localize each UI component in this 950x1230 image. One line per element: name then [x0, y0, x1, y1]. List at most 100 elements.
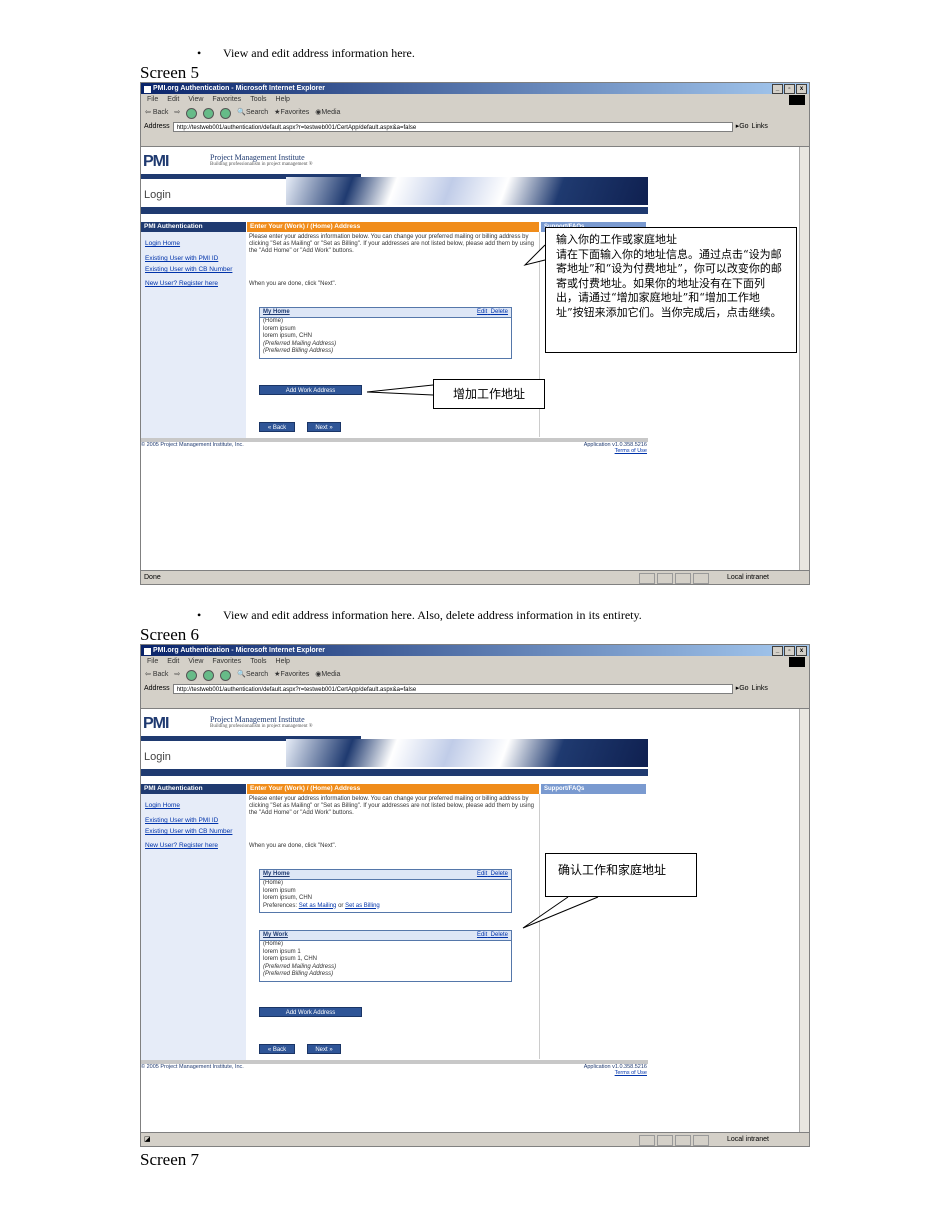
window-title: PMI.org Authentication - Microsoft Inter… — [153, 85, 326, 92]
menu-bar: File Edit View Favorites Tools Help — [141, 94, 809, 106]
login-label: Login — [144, 751, 171, 763]
media-label: Media — [321, 671, 341, 678]
stop-icon[interactable] — [186, 107, 198, 119]
terms-link[interactable]: Terms of Use — [551, 1070, 647, 1076]
media-label: Media — [321, 109, 341, 116]
nav-existing-cb-number[interactable]: Existing User with CB Number — [145, 266, 242, 274]
favorites-button[interactable]: ★Favorites — [274, 106, 309, 120]
close-button[interactable]: x — [796, 646, 807, 656]
window-controls: _ ▫ x — [772, 646, 807, 656]
back-page-button[interactable]: « Back — [259, 422, 295, 432]
forward-button[interactable]: ⇨ — [174, 668, 180, 682]
menu-file[interactable]: File — [147, 656, 158, 668]
links-button[interactable]: Links — [752, 120, 768, 134]
card-title[interactable]: My Home — [263, 309, 290, 315]
scrollbar[interactable] — [799, 147, 809, 570]
support-header[interactable]: Support/FAQs — [541, 784, 646, 794]
nav-login-home[interactable]: Login Home — [145, 240, 242, 248]
url-input[interactable]: http://testweb001/authentication/default… — [172, 122, 733, 132]
menu-help[interactable]: Help — [276, 94, 290, 106]
back-button[interactable]: ⇦ Back — [145, 668, 168, 682]
add-work-address-button[interactable]: Add Work Address — [259, 385, 362, 395]
menu-help[interactable]: Help — [276, 656, 290, 668]
bullet-dot: • — [197, 46, 202, 60]
favorites-button[interactable]: ★Favorites — [274, 668, 309, 682]
go-label: Go — [739, 685, 749, 692]
menu-tools[interactable]: Tools — [250, 94, 266, 106]
card-actions: Edit Delete — [477, 870, 508, 879]
status-text: Done — [144, 574, 161, 581]
menu-view[interactable]: View — [188, 94, 203, 106]
ie-icon — [143, 85, 152, 94]
go-button[interactable]: ▸Go — [736, 682, 749, 696]
title-bar: PMI.org Authentication - Microsoft Inter… — [141, 83, 809, 94]
next-button[interactable]: Next » — [307, 422, 341, 432]
forward-button[interactable]: ⇨ — [174, 106, 180, 120]
menu-tools[interactable]: Tools — [250, 656, 266, 668]
edit-link[interactable]: Edit — [477, 932, 487, 938]
maximize-button[interactable]: ▫ — [784, 646, 795, 656]
org-tagline: Building professionalism in project mana… — [210, 162, 313, 167]
edit-link[interactable]: Edit — [477, 871, 487, 877]
menu-edit[interactable]: Edit — [167, 94, 179, 106]
add-work-address-button[interactable]: Add Work Address — [259, 1007, 362, 1017]
address-type: (Home) — [263, 941, 284, 947]
address-line: lorem ipsum, CHN — [263, 895, 313, 901]
set-as-billing-link[interactable]: Set as Billing — [345, 903, 380, 909]
home-icon[interactable] — [220, 669, 232, 681]
go-button[interactable]: ▸Go — [736, 120, 749, 134]
browser-window-screen6: PMI.org Authentication - Microsoft Inter… — [140, 644, 810, 1147]
nav-existing-pmi-id[interactable]: Existing User with PMI ID — [145, 817, 242, 825]
nav-existing-cb-number[interactable]: Existing User with CB Number — [145, 828, 242, 836]
menu-file[interactable]: File — [147, 94, 158, 106]
home-icon[interactable] — [220, 107, 232, 119]
nav-login-home[interactable]: Login Home — [145, 802, 242, 810]
delete-link[interactable]: Delete — [491, 871, 508, 877]
minimize-button[interactable]: _ — [772, 646, 783, 656]
search-button[interactable]: 🔍Search — [237, 668, 268, 682]
maximize-button[interactable]: ▫ — [784, 84, 795, 94]
menu-favorites[interactable]: Favorites — [212, 94, 241, 106]
card-header: My Home Edit Delete — [260, 870, 511, 880]
refresh-icon[interactable] — [203, 107, 215, 119]
back-button[interactable]: ⇦ Back — [145, 106, 168, 120]
banner-bar — [141, 207, 648, 214]
left-nav: PMI Authentication Login Home Existing U… — [141, 222, 246, 438]
back-label: Back — [152, 671, 169, 678]
url-input[interactable]: http://testweb001/authentication/default… — [172, 684, 733, 694]
delete-link[interactable]: Delete — [491, 932, 508, 938]
window-controls: _ ▫ x — [772, 84, 807, 94]
close-button[interactable]: x — [796, 84, 807, 94]
banner-bar — [141, 769, 648, 776]
media-button[interactable]: ◉Media — [315, 106, 340, 120]
media-button[interactable]: ◉Media — [315, 668, 340, 682]
stop-icon[interactable] — [186, 669, 198, 681]
nav-existing-pmi-id[interactable]: Existing User with PMI ID — [145, 255, 242, 263]
delete-link[interactable]: Delete — [491, 309, 508, 315]
card-actions: Edit Delete — [477, 931, 508, 940]
card-title[interactable]: My Home — [263, 871, 290, 877]
nav-register[interactable]: New User? Register here — [145, 280, 242, 288]
edit-link[interactable]: Edit — [477, 309, 487, 315]
menu-edit[interactable]: Edit — [167, 656, 179, 668]
links-button[interactable]: Links — [752, 682, 768, 696]
next-button[interactable]: Next » — [307, 1044, 341, 1054]
set-as-mailing-link[interactable]: Set as Mailing — [299, 903, 337, 909]
nav-register[interactable]: New User? Register here — [145, 842, 242, 850]
minimize-button[interactable]: _ — [772, 84, 783, 94]
refresh-icon[interactable] — [203, 669, 215, 681]
search-button[interactable]: 🔍Search — [237, 106, 268, 120]
when-done-text: When you are done, click "Next". — [249, 281, 337, 287]
terms-link[interactable]: Terms of Use — [551, 448, 647, 454]
callout-enter-address: 输入你的工作或家庭地址 请在下面输入你的地址信息。通过点击“设为邮寄地址”和“设… — [545, 227, 797, 353]
scrollbar[interactable] — [799, 709, 809, 1132]
back-page-button[interactable]: « Back — [259, 1044, 295, 1054]
instructions: Please enter your address information be… — [249, 796, 534, 817]
menu-view[interactable]: View — [188, 656, 203, 668]
menu-favorites[interactable]: Favorites — [212, 656, 241, 668]
page-viewport: PMI Project Management Institute Buildin… — [141, 146, 809, 570]
address-line: lorem ipsum, CHN — [263, 333, 313, 339]
address-line: lorem ipsum — [263, 887, 296, 894]
caption-screen5: Screen 5 — [140, 63, 200, 82]
card-title[interactable]: My Work — [263, 932, 288, 938]
